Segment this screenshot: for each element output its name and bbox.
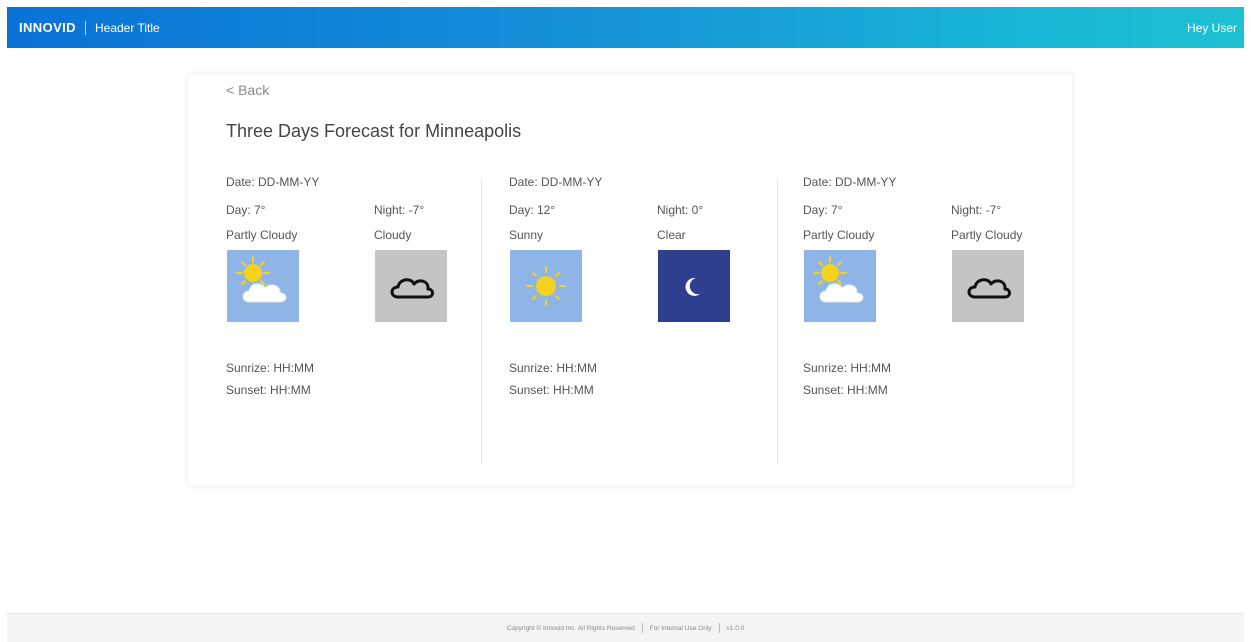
app-footer: Copyright © Innovid Inc. All Rights Rese… <box>7 613 1244 642</box>
forecast-day-1: Date: DD-MM-YY Day: 7° Night: -7° Partly… <box>226 175 476 465</box>
sunrise-time: Sunrize: HH:MM <box>509 361 598 375</box>
header-title: Header Title <box>94 20 160 35</box>
night-condition: Cloudy <box>374 228 412 242</box>
sunrise-time: Sunrize: HH:MM <box>803 361 892 375</box>
footer-divider <box>718 623 720 633</box>
sunset-time: Sunset: HH:MM <box>509 383 594 397</box>
night-temperature: Night: 0° <box>657 203 704 217</box>
sunrise-time: Sunrize: HH:MM <box>226 361 315 375</box>
sunset-time: Sunset: HH:MM <box>803 383 888 397</box>
internal-use-text: For Internal Use Only <box>649 624 712 632</box>
forecast-card: < Back Three Days Forecast for Minneapol… <box>188 74 1072 486</box>
day-condition: Partly Cloudy <box>226 228 298 242</box>
night-condition: Partly Cloudy <box>951 228 1023 242</box>
cloud-icon <box>952 250 1024 322</box>
forecast-date: Date: DD-MM-YY <box>226 175 320 189</box>
day-temperature: Day: 7° <box>226 203 266 217</box>
sunset-time: Sunset: HH:MM <box>226 383 311 397</box>
column-divider <box>777 179 778 464</box>
moon-icon <box>658 250 730 322</box>
night-condition: Clear <box>657 228 686 242</box>
innovid-logo[interactable]: INNOVID <box>19 20 76 35</box>
page-title: Three Days Forecast for Minneapolis <box>226 121 522 141</box>
user-greeting[interactable]: Hey User <box>1187 21 1237 35</box>
version-text: v1.0.0 <box>726 624 745 632</box>
forecast-day-3: Date: DD-MM-YY Day: 7° Night: -7° Partly… <box>803 175 1053 465</box>
day-temperature: Day: 7° <box>803 203 843 217</box>
column-divider <box>481 179 482 464</box>
sun-icon <box>510 250 582 322</box>
day-temperature: Day: 12° <box>509 203 556 217</box>
partly-cloudy-icon <box>804 250 876 322</box>
header-divider <box>84 20 86 35</box>
back-link[interactable]: < Back <box>226 82 269 98</box>
forecast-day-2: Date: DD-MM-YY Day: 12° Night: 0° Sunny … <box>509 175 759 465</box>
footer-divider <box>641 623 643 633</box>
forecast-date: Date: DD-MM-YY <box>803 175 897 189</box>
day-condition: Sunny <box>509 228 544 242</box>
copyright-text: Copyright © Innovid Inc. All Rights Rese… <box>506 624 635 632</box>
cloud-icon <box>375 250 447 322</box>
partly-cloudy-icon <box>227 250 299 322</box>
night-temperature: Night: -7° <box>951 203 1002 217</box>
day-condition: Partly Cloudy <box>803 228 875 242</box>
night-temperature: Night: -7° <box>374 203 425 217</box>
forecast-date: Date: DD-MM-YY <box>509 175 603 189</box>
app-header: INNOVID Header Title Hey User <box>7 7 1244 48</box>
